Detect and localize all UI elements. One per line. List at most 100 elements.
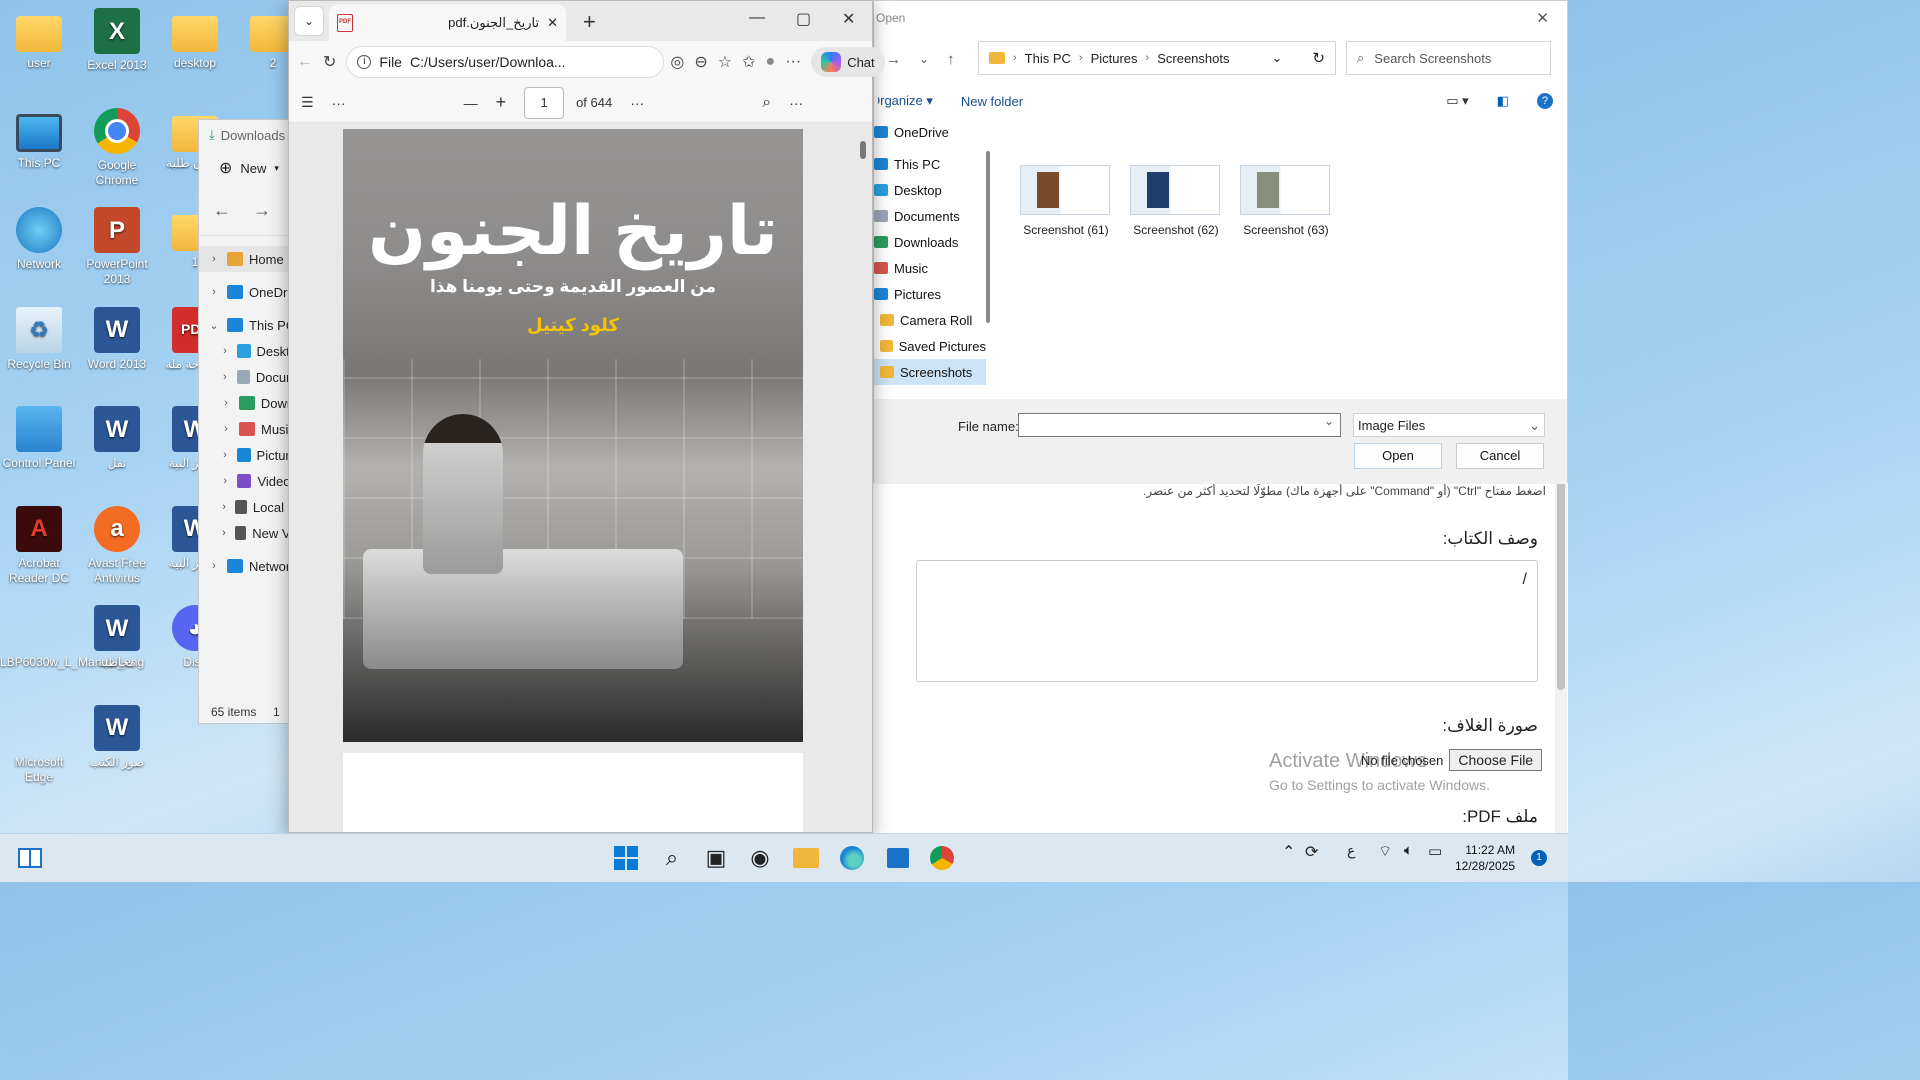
page-scrollbar[interactable] (1555, 480, 1567, 833)
dialog-nav-item[interactable]: Documents (874, 203, 986, 229)
volume-icon[interactable]: 🔈︎ (1404, 842, 1413, 859)
dialog-nav-item[interactable]: Camera Roll (874, 307, 986, 333)
file-thumbnail-item[interactable]: Screenshot (61) (1020, 165, 1112, 399)
tree-item[interactable]: › Deskto (199, 338, 297, 364)
more-pdf-options-icon[interactable]: ··· (630, 95, 644, 111)
edge-taskbar-icon[interactable] (838, 844, 866, 872)
desktop-icon[interactable]: W نقل (78, 406, 156, 471)
tree-item[interactable]: › Music (199, 416, 297, 442)
chevron-right-icon[interactable]: › (219, 397, 233, 409)
breadcrumb[interactable]: › This PC › Pictures › Screenshots ⌄ ↻ (978, 41, 1336, 75)
nav-pane-scrollbar[interactable] (986, 151, 990, 323)
tab-pdf[interactable]: PDF تاريخ_الجنون.pdf ✕ (329, 5, 566, 41)
refresh-icon[interactable]: ↻ (1312, 49, 1325, 67)
desktop-icon[interactable]: W صور الكتب (78, 704, 156, 770)
desktop-icon[interactable]: W مخاطبة (78, 605, 156, 670)
edge-pdf-window[interactable]: ⌄ PDF تاريخ_الجنون.pdf ✕ + — ▢ ✕ ← ↻ i F… (288, 0, 885, 833)
more-options-icon[interactable]: ··· (785, 53, 801, 71)
page-number-input[interactable]: 1 (524, 86, 565, 119)
clock[interactable]: 11:22 AM 12/28/2025 (1455, 842, 1515, 874)
tree-item[interactable]: › Home (199, 246, 297, 272)
close-icon[interactable]: ✕ (1536, 9, 1549, 27)
cover-file-input[interactable]: No file chosen Choose File (1361, 749, 1543, 771)
start-icon[interactable] (612, 844, 640, 872)
back-arrow-icon[interactable]: ← (297, 53, 313, 71)
breadcrumb-screenshots[interactable]: Screenshots (1157, 51, 1229, 66)
dialog-nav-item[interactable]: Saved Pictures (874, 333, 986, 359)
tree-item[interactable]: › Downl (199, 390, 297, 416)
organize-button[interactable]: Organize ▾ (878, 93, 933, 109)
desktop-icon[interactable]: user (0, 8, 78, 71)
desktop-icon[interactable]: LBP6030w_L_Manual_eng (0, 605, 350, 670)
chevron-right-icon[interactable]: › (207, 253, 221, 265)
desktop-icon[interactable]: W Word 2013 (78, 306, 156, 372)
back-arrow-icon[interactable]: ← (213, 200, 231, 221)
tree-item[interactable]: › Picture (199, 442, 297, 468)
chevron-down-icon[interactable]: ⌄ (207, 319, 221, 332)
breadcrumb-this-pc[interactable]: This PC (1025, 51, 1071, 66)
tray-chevron-up-icon[interactable]: ⌃ (1282, 842, 1295, 862)
search-icon[interactable]: ⌕ (762, 94, 771, 112)
tree-item[interactable]: › Docum (199, 364, 297, 390)
refresh-icon[interactable]: ↻ (323, 52, 336, 72)
notification-badge[interactable]: 1 (1531, 850, 1547, 866)
zoom-in-button[interactable]: + (496, 92, 507, 113)
open-file-dialog[interactable]: Open ✕ → ⌄ ↑ › This PC › Pictures › Scre… (873, 0, 1568, 484)
maximize-icon[interactable]: ▢ (796, 9, 811, 29)
contents-list-icon[interactable]: ☰ (301, 94, 314, 111)
recent-chevron-icon[interactable]: ⌄ (919, 52, 929, 66)
file-thumbnail-item[interactable]: Screenshot (63) (1240, 165, 1332, 399)
help-icon[interactable]: ? (1537, 93, 1553, 109)
desktop-icon[interactable]: Google Chrome (78, 107, 156, 188)
overflow-menu-icon[interactable]: ··· (789, 95, 803, 111)
chevron-down-icon[interactable]: ⌄ (1272, 50, 1283, 66)
chevron-right-icon[interactable]: › (219, 423, 233, 435)
forward-arrow-icon[interactable]: → (886, 51, 901, 68)
file-name-input[interactable] (1018, 413, 1341, 437)
new-button[interactable]: ⊕ New ▾ (199, 150, 297, 186)
chevron-right-icon[interactable]: › (219, 475, 231, 487)
copilot-chat-button[interactable]: Chat (811, 47, 885, 77)
new-tab-icon[interactable]: + (583, 9, 596, 35)
chevron-right-icon[interactable]: › (219, 501, 229, 513)
favorites-icon[interactable]: ✩ (742, 52, 755, 72)
search-screenshots-input[interactable]: ⌕ Search Screenshots (1346, 41, 1551, 75)
chevron-right-icon[interactable]: › (219, 345, 231, 357)
chevron-right-icon[interactable]: › (219, 449, 231, 461)
tab-actions-chevron-icon[interactable]: ⌄ (294, 6, 324, 36)
pdf-scrollbar-thumb[interactable] (860, 141, 866, 159)
dialog-nav-item[interactable]: Desktop (874, 177, 986, 203)
search-icon[interactable]: ⌕ (658, 844, 686, 872)
desktop-icon[interactable]: a Avast Free Antivirus (78, 505, 156, 586)
desktop-icon[interactable]: Microsoft Edge (0, 704, 350, 785)
task-view-icon[interactable]: ▣ (702, 844, 730, 872)
minimize-icon[interactable]: — (749, 9, 765, 27)
chevron-right-icon[interactable]: › (207, 560, 221, 572)
dialog-nav-item[interactable]: Screenshots (874, 359, 986, 385)
desktop-icon[interactable]: This PC (0, 108, 78, 171)
desktop-icon[interactable]: Network (0, 207, 78, 272)
address-bar[interactable]: i File C:/Users/user/Downloa... (346, 46, 665, 78)
tree-item[interactable]: › OneDriv (199, 279, 297, 305)
tree-item[interactable]: › Network (199, 553, 297, 579)
pdf-scrollbar[interactable] (860, 127, 868, 827)
up-arrow-icon[interactable]: ↑ (947, 51, 955, 68)
desktop-icon[interactable]: ♻ Recycle Bin (0, 306, 78, 372)
chevron-right-icon[interactable]: › (207, 286, 221, 298)
desktop-icon[interactable]: Control Panel (0, 406, 78, 471)
desktop-icon[interactable]: X Excel 2013 (78, 8, 156, 73)
zoom-out-button[interactable]: — (464, 95, 478, 111)
pdf-viewer-area[interactable]: تاريخ الجنون من العصور القديمة وحتى يومن… (289, 123, 872, 832)
breadcrumb-pictures[interactable]: Pictures (1091, 51, 1138, 66)
description-textarea[interactable]: / (916, 560, 1538, 682)
dialog-nav-item[interactable]: Downloads (874, 229, 986, 255)
sync-icon[interactable]: ⟳ (1305, 842, 1318, 862)
zoom-out-icon[interactable]: ⊖ (694, 52, 707, 72)
forward-arrow-icon[interactable]: → (253, 200, 271, 221)
tree-item[interactable]: › Videos (199, 468, 297, 494)
desktop-icon[interactable]: desktop (156, 8, 234, 71)
desktop-icon[interactable]: A Acrobat Reader DC (0, 505, 78, 586)
info-icon[interactable]: i (357, 55, 372, 69)
view-icon[interactable]: ▭ ▾ (1446, 93, 1468, 109)
open-button[interactable]: Open (1354, 443, 1442, 469)
